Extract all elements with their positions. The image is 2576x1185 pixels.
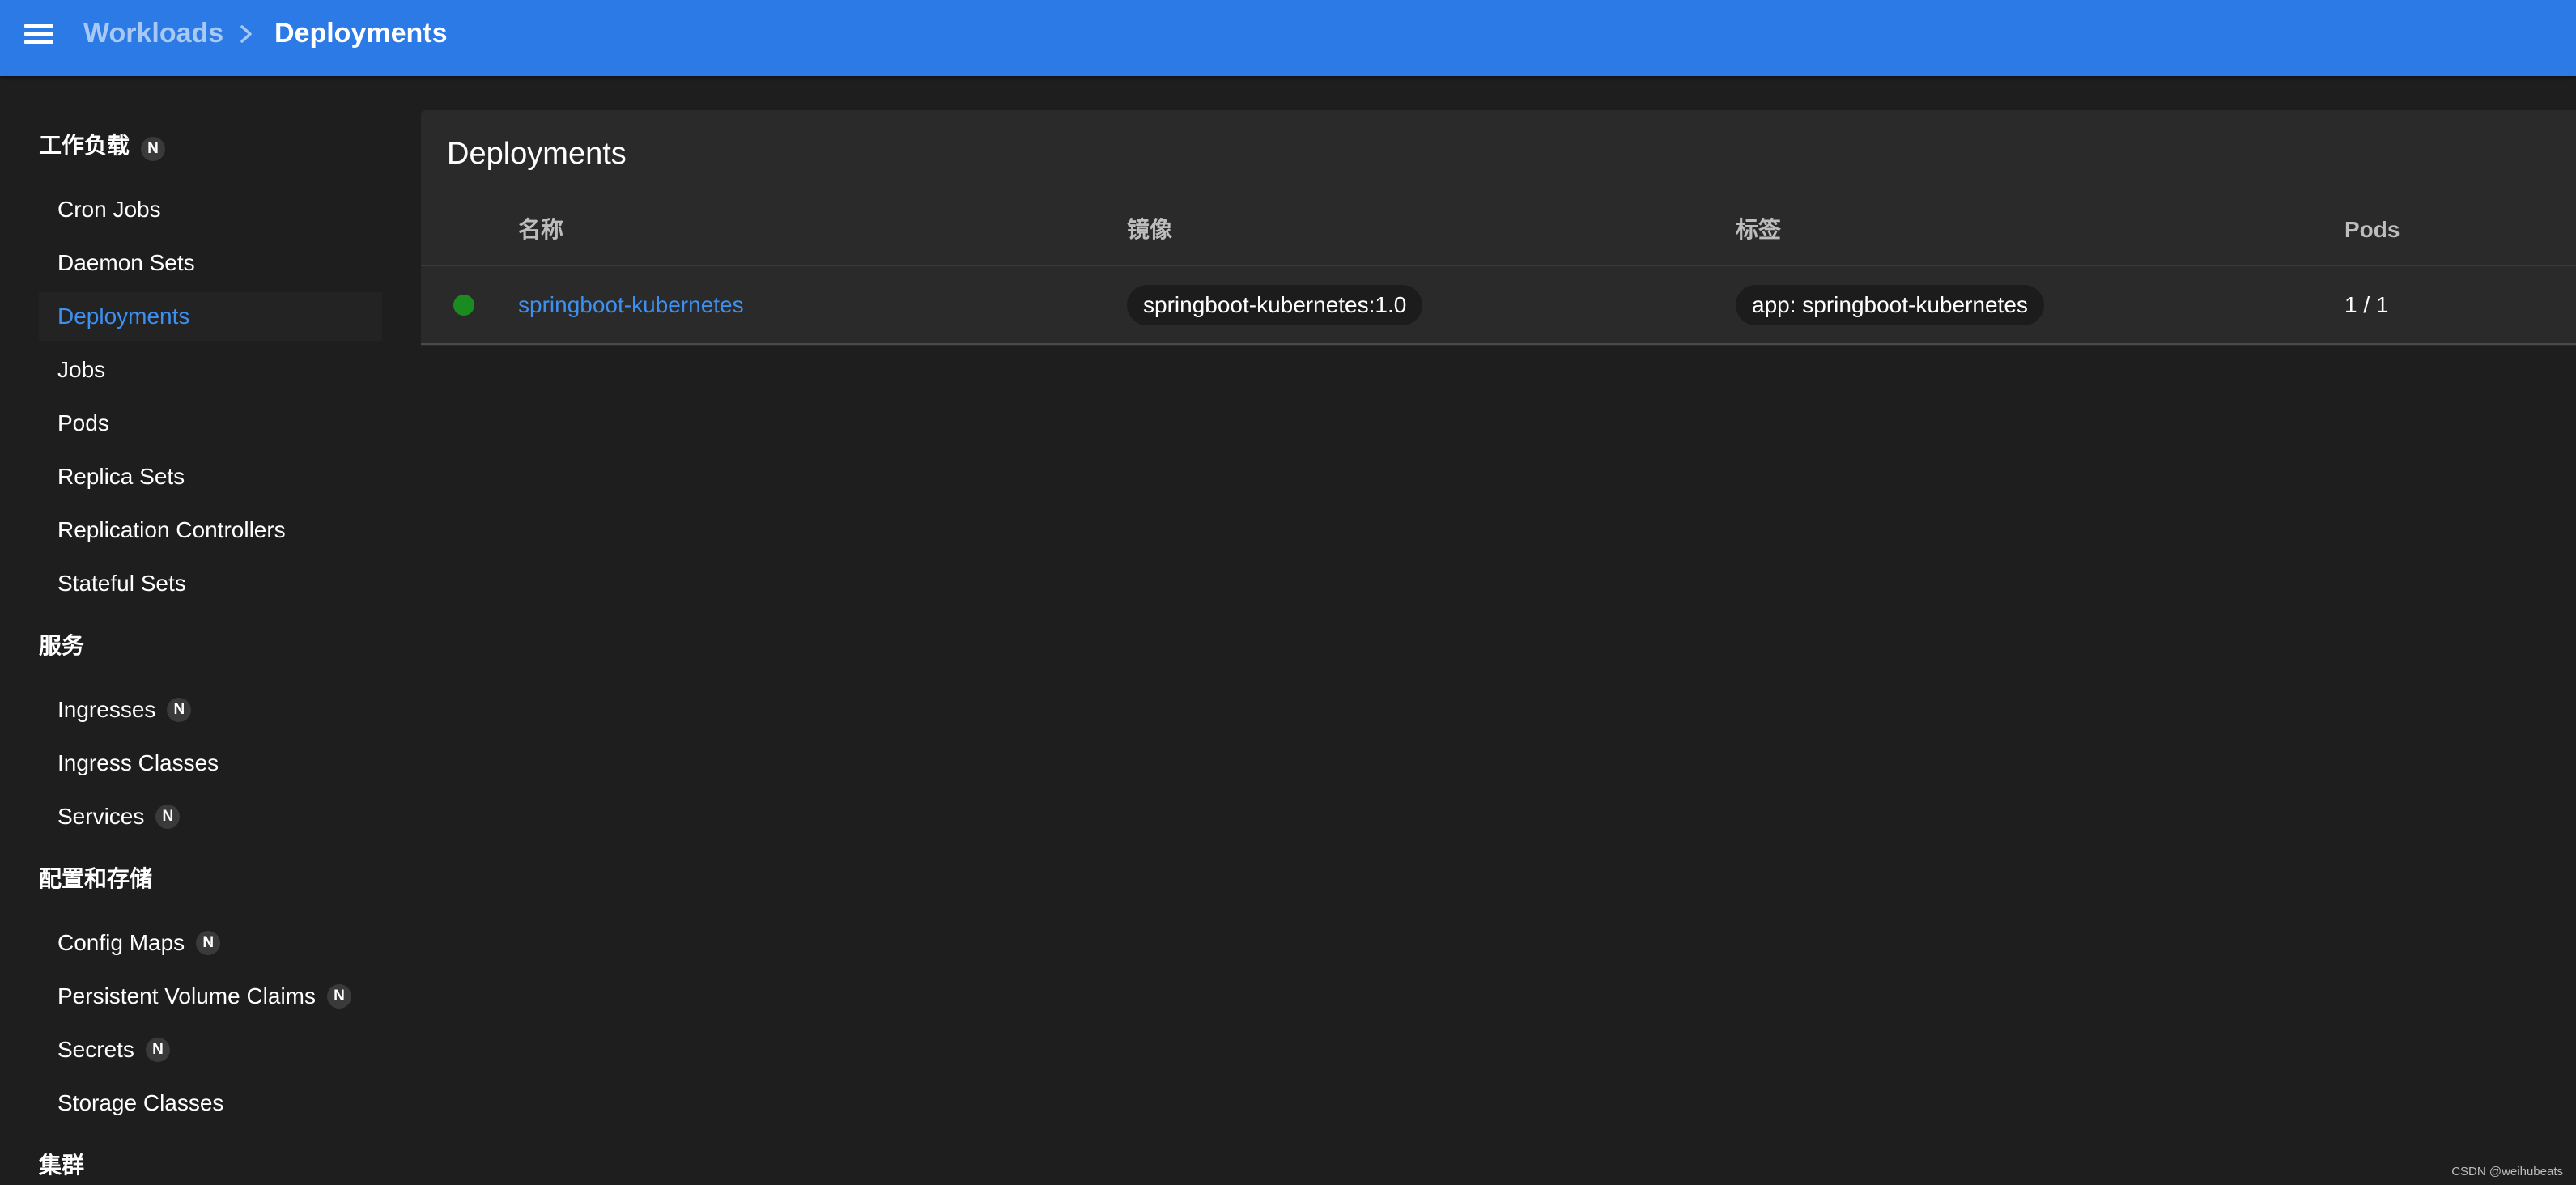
sidebar-item-pods[interactable]: Pods <box>39 399 382 448</box>
section-cluster[interactable]: 集群 <box>39 1149 84 1182</box>
sidebar-nav: 工作负载 N Cron Jobs Daemon Sets Deployments … <box>0 76 405 1185</box>
sidebar-item-storage-classes[interactable]: Storage Classes <box>39 1079 382 1128</box>
column-header-name[interactable]: 名称 <box>518 215 563 244</box>
section-config-label: 配置和存储 <box>39 866 153 891</box>
sidebar-item-services[interactable]: Services N <box>39 792 382 841</box>
section-workloads-label: 工作负载 <box>39 133 130 158</box>
sidebar-item-label: Jobs <box>57 357 106 382</box>
card-title: Deployments <box>447 137 627 171</box>
column-header-pods[interactable]: Pods <box>2344 215 2400 244</box>
table-row: springboot-kubernetes springboot-kuberne… <box>421 266 2576 344</box>
sidebar-item-ingresses[interactable]: Ingresses N <box>39 686 382 734</box>
sidebar-item-replication-controllers[interactable]: Replication Controllers <box>39 506 382 554</box>
deployment-name-link[interactable]: springboot-kubernetes <box>518 289 744 321</box>
sidebar-item-label: Storage Classes <box>57 1090 224 1115</box>
section-cluster-label: 集群 <box>39 1153 85 1178</box>
sidebar-item-label: Ingress Classes <box>57 750 219 775</box>
sidebar-item-jobs[interactable]: Jobs <box>39 346 382 394</box>
namespaced-badge: N <box>327 984 352 1009</box>
top-app-bar: Workloads Deployments <box>0 0 2576 76</box>
sidebar-item-label: Services <box>57 804 145 829</box>
sidebar-item-label: Replica Sets <box>57 464 185 489</box>
section-services-label: 服务 <box>39 633 85 658</box>
section-config-and-storage[interactable]: 配置和存储 <box>39 863 152 895</box>
hamburger-menu-icon[interactable] <box>21 21 57 47</box>
sidebar-item-config-maps[interactable]: Config Maps N <box>39 919 382 967</box>
section-services[interactable]: 服务 <box>39 630 84 662</box>
sidebar-item-label: Cron Jobs <box>57 197 161 222</box>
breadcrumb-deployments: Deployments <box>274 18 448 49</box>
sidebar-item-label: Daemon Sets <box>57 250 195 275</box>
watermark: CSDN @weihubeats <box>2451 1165 2563 1179</box>
section-workloads[interactable]: 工作负载 N <box>39 130 166 162</box>
namespaced-badge: N <box>141 137 166 161</box>
deployments-card: Deployments 名称 镜像 标签 Pods springboot-kub… <box>421 110 2576 346</box>
sidebar-item-persistent-volume-claims[interactable]: Persistent Volume Claims N <box>39 972 382 1021</box>
sidebar-item-label: Persistent Volume Claims <box>57 983 317 1009</box>
sidebar-item-label: Stateful Sets <box>57 571 186 596</box>
sidebar-item-label: Pods <box>57 410 109 435</box>
sidebar-item-stateful-sets[interactable]: Stateful Sets <box>39 559 382 608</box>
pods-count: 1 / 1 <box>2344 292 2389 317</box>
sidebar-item-ingress-classes[interactable]: Ingress Classes <box>39 739 382 788</box>
sidebar-item-label: Config Maps <box>57 930 185 955</box>
namespaced-badge: N <box>196 931 221 955</box>
sidebar-item-label: Secrets <box>57 1037 134 1062</box>
namespaced-badge: N <box>155 805 181 829</box>
sidebar-item-secrets[interactable]: Secrets N <box>39 1026 382 1074</box>
sidebar-item-daemon-sets[interactable]: Daemon Sets <box>39 239 382 287</box>
breadcrumb-workloads[interactable]: Workloads <box>83 15 223 52</box>
chevron-right-icon <box>240 25 252 43</box>
sidebar-item-deployments[interactable]: Deployments <box>39 292 382 341</box>
namespaced-badge: N <box>167 698 192 722</box>
sidebar-item-label: Ingresses <box>57 697 156 722</box>
column-header-image[interactable]: 镜像 <box>1127 215 1172 244</box>
label-chip: app: springboot-kubernetes <box>1736 285 2044 325</box>
sidebar-item-label: Replication Controllers <box>57 517 286 542</box>
sidebar-item-replica-sets[interactable]: Replica Sets <box>39 452 382 501</box>
sidebar-item-cron-jobs[interactable]: Cron Jobs <box>39 185 382 234</box>
sidebar-item-label: Deployments <box>57 304 190 329</box>
column-header-labels[interactable]: 标签 <box>1736 215 1781 244</box>
image-chip: springboot-kubernetes:1.0 <box>1127 285 1423 325</box>
status-running-icon <box>453 295 474 316</box>
row-divider <box>421 343 2576 345</box>
namespaced-badge: N <box>145 1038 170 1062</box>
